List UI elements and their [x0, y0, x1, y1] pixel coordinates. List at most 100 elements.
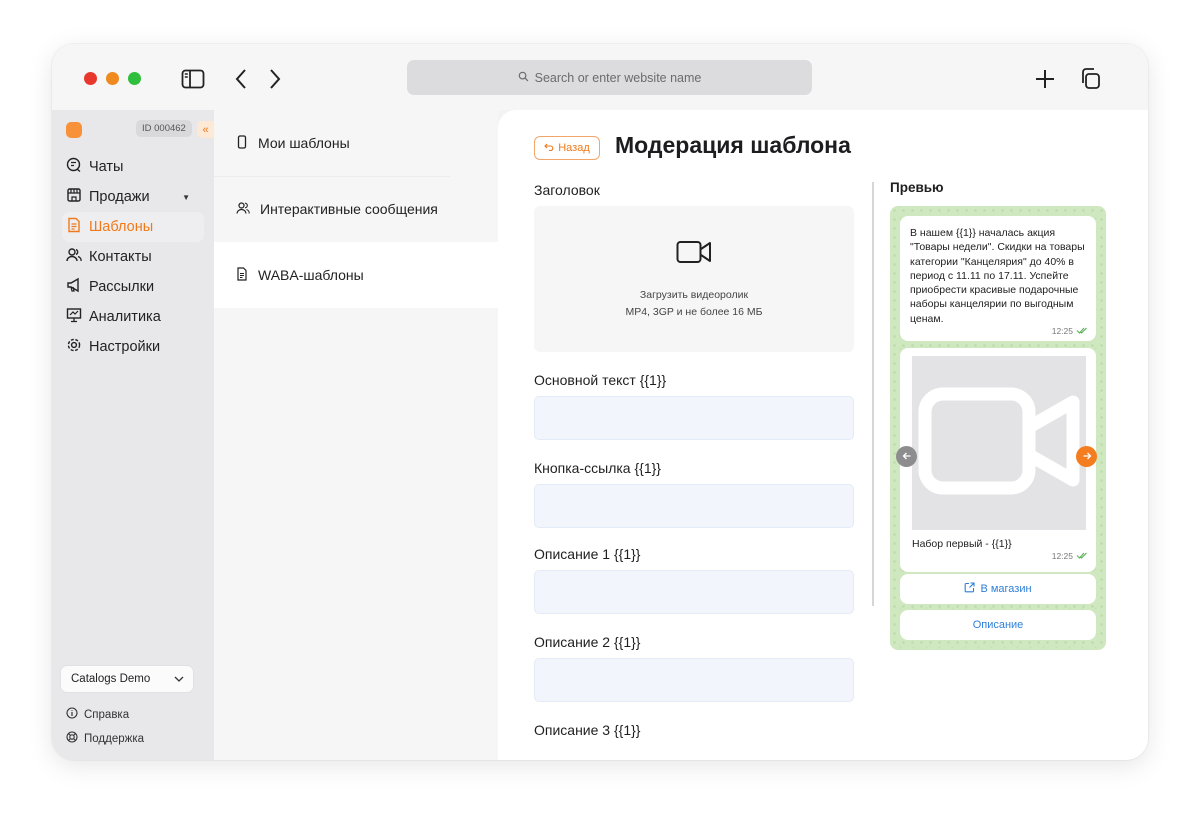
nav-item-analytics[interactable]: Аналитика [62, 302, 204, 332]
nav-item-mailings[interactable]: Рассылки [62, 272, 204, 302]
menu-label: WABA-шаблоны [258, 267, 364, 283]
message-bubble: В нашем {{1}} началась акция "Товары нед… [900, 216, 1096, 342]
url-bar[interactable]: Search or enter website name [407, 60, 812, 95]
arrow-right-icon [1082, 450, 1092, 464]
return-arrow-icon [544, 142, 554, 154]
video-upload-area[interactable]: Загрузить видеоролик MP4, 3GP и не более… [534, 206, 854, 352]
back-arrow-icon[interactable] [228, 66, 254, 92]
workspace-select[interactable]: Catalogs Demo [60, 665, 194, 693]
nav-label: Чаты [89, 159, 124, 175]
menu-label: Мои шаблоны [258, 135, 350, 151]
menu-item-waba-templates[interactable]: WABA-шаблоны [214, 242, 504, 308]
description-1-input[interactable] [534, 570, 854, 614]
video-camera-icon [917, 386, 1081, 501]
body-text-label: Основной текст {{1}} [534, 372, 667, 388]
search-icon [518, 71, 529, 85]
nav-label: Аналитика [89, 309, 161, 325]
page-title: Модерация шаблона [615, 132, 851, 158]
minimize-window-button[interactable] [106, 72, 119, 85]
back-button[interactable]: Назад [534, 136, 600, 160]
chat-icon [66, 157, 82, 177]
carousel-card: Набор первый - {{1}} 12:25 [900, 348, 1096, 572]
nav-item-templates[interactable]: Шаблоны [62, 212, 204, 242]
link-button-label: Кнопка-ссылка {{1}} [534, 460, 661, 476]
contacts-icon [66, 247, 82, 267]
double-check-icon [1076, 551, 1088, 561]
analytics-icon [66, 307, 82, 327]
description-button[interactable]: Описание [900, 610, 1096, 640]
nav-label: Продажи [89, 189, 150, 205]
column-divider [872, 182, 874, 606]
upload-title: Загрузить видеоролик [639, 289, 749, 301]
support-link[interactable]: Поддержка [66, 731, 144, 746]
megaphone-icon [66, 277, 82, 297]
card-caption: Набор первый - {{1}} [912, 538, 1012, 550]
upload-hint: MP4, 3GP и не более 16 МБ [625, 306, 763, 318]
support-label: Поддержка [84, 732, 144, 745]
nav-item-contacts[interactable]: Контакты [62, 242, 204, 272]
app-logo [66, 122, 82, 138]
workspace-name: Catalogs Demo [71, 673, 151, 685]
account-id-badge: ID 000462 [136, 120, 192, 137]
nav-item-settings[interactable]: Настройки [62, 332, 204, 362]
nav-label: Настройки [89, 339, 161, 355]
nav-item-sales[interactable]: Продажи ▼ [62, 182, 204, 212]
shop-button[interactable]: В магазин [900, 574, 1096, 604]
menu-item-interactive[interactable]: Интерактивные сообщения [214, 176, 498, 242]
message-meta: 12:25 [900, 326, 1096, 341]
carousel-prev-button[interactable] [896, 446, 917, 467]
description-3-label: Описание 3 {{1}} [534, 722, 641, 738]
app-sidebar: ID 000462 « Чаты Продажи ▼ Шаблоны Конта… [52, 110, 214, 760]
nav-item-chats[interactable]: Чаты [62, 152, 204, 182]
collapse-sidebar-button[interactable]: « [197, 121, 214, 138]
store-icon [66, 187, 82, 207]
message-text: В нашем {{1}} началась акция "Товары нед… [910, 227, 1085, 325]
menu-label: Интерактивные сообщения [260, 201, 438, 217]
shop-button-label: В магазин [980, 583, 1032, 595]
gear-icon [66, 337, 82, 357]
body-text-input[interactable] [534, 396, 854, 440]
browser-window: Search or enter website name ID 000462 «… [52, 44, 1148, 760]
templates-menu: Мои шаблоны Интерактивные сообщения WABA… [214, 110, 504, 760]
lifebuoy-icon [66, 731, 78, 746]
phone-icon [236, 134, 248, 152]
back-label: Назад [558, 142, 590, 154]
zoom-window-button[interactable] [128, 72, 141, 85]
sidebar-toggle-icon[interactable] [180, 66, 206, 92]
help-link[interactable]: Справка [66, 707, 129, 722]
arrow-left-icon [902, 450, 912, 464]
video-camera-icon [676, 240, 712, 269]
close-window-button[interactable] [84, 72, 97, 85]
description-1-label: Описание 1 {{1}} [534, 546, 641, 562]
main-panel: Назад Модерация шаблона Заголовок Загруз… [498, 110, 1148, 760]
chevron-down-icon [173, 673, 185, 688]
link-button-input[interactable] [534, 484, 854, 528]
info-icon [66, 707, 78, 722]
external-link-icon [964, 582, 975, 596]
carousel-next-button[interactable] [1076, 446, 1097, 467]
document-icon [236, 266, 248, 284]
tab-overview-icon[interactable] [1078, 66, 1104, 92]
chat-preview: В нашем {{1}} началась акция "Товары нед… [890, 206, 1106, 650]
menu-item-my-templates[interactable]: Мои шаблоны [214, 110, 498, 176]
double-check-icon [1076, 326, 1088, 336]
preview-label: Превью [890, 180, 944, 195]
main-nav: Чаты Продажи ▼ Шаблоны Контакты Рассылки [62, 152, 204, 362]
card-meta: 12:25 [1052, 551, 1088, 561]
nav-label: Рассылки [89, 279, 155, 295]
description-button-label: Описание [972, 619, 1024, 631]
help-label: Справка [84, 708, 130, 721]
template-icon [66, 217, 82, 237]
card-time: 12:25 [1051, 551, 1073, 561]
browser-toolbar: Search or enter website name [52, 44, 1148, 110]
url-placeholder: Search or enter website name [534, 70, 702, 85]
nav-label: Контакты [89, 249, 152, 265]
video-placeholder [912, 356, 1086, 530]
description-2-input[interactable] [534, 658, 854, 702]
header-label: Заголовок [534, 182, 600, 198]
description-2-label: Описание 2 {{1}} [534, 634, 641, 650]
caret-down-icon: ▼ [182, 192, 190, 202]
nav-label: Шаблоны [89, 219, 154, 235]
forward-arrow-icon[interactable] [262, 66, 288, 92]
new-tab-icon[interactable] [1032, 66, 1058, 92]
